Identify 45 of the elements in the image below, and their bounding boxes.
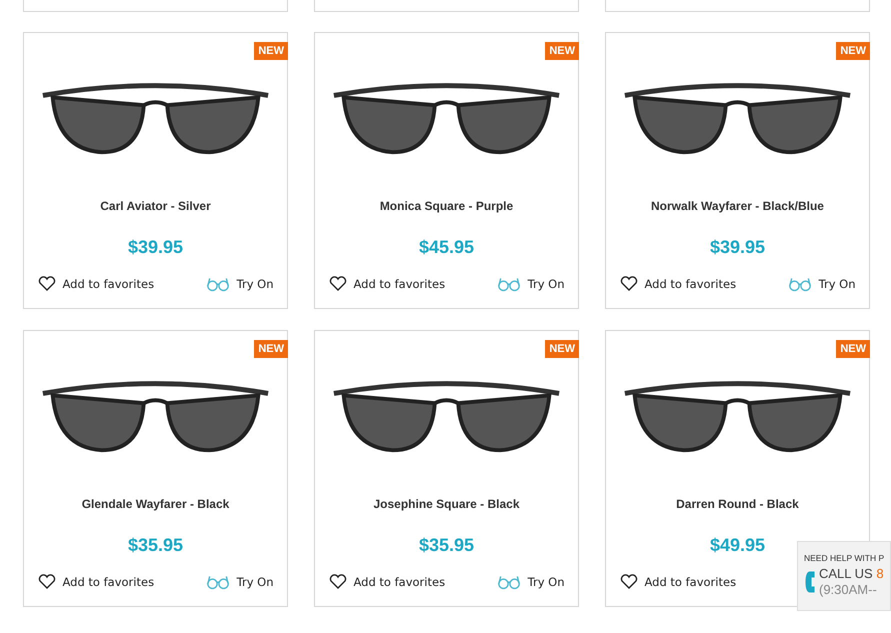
product-price: $35.95 bbox=[418, 535, 474, 556]
product-name[interactable]: Monica Square - Purple bbox=[380, 199, 514, 213]
new-badge: NEW bbox=[836, 42, 870, 60]
phone-number: 8 bbox=[876, 566, 884, 581]
help-heading: NEED HELP WITH P bbox=[804, 553, 886, 563]
product-name[interactable]: Darren Round - Black bbox=[676, 497, 799, 511]
product-name[interactable]: Norwalk Wayfarer - Black/Blue bbox=[651, 199, 824, 213]
product-name[interactable]: Glendale Wayfarer - Black bbox=[82, 497, 230, 511]
add-to-favorites-link[interactable]: Add to favorites bbox=[620, 574, 736, 590]
heart-icon bbox=[620, 276, 638, 292]
product-price: $45.95 bbox=[418, 237, 474, 258]
heart-icon bbox=[328, 276, 346, 292]
heart-icon bbox=[620, 574, 638, 590]
new-badge: NEW bbox=[836, 340, 870, 358]
add-to-favorites-link[interactable]: Add to favorites bbox=[328, 276, 446, 292]
heart-icon bbox=[38, 574, 56, 590]
add-to-favorites-link[interactable]: Add to favorites bbox=[38, 276, 154, 292]
eyeglasses-icon bbox=[206, 276, 230, 292]
product-name[interactable]: Carl Aviator - Silver bbox=[100, 199, 211, 213]
eyeglasses-icon bbox=[788, 276, 812, 292]
try-on-link[interactable]: Try On bbox=[206, 276, 274, 292]
new-badge: NEW bbox=[254, 340, 288, 358]
new-badge: NEW bbox=[545, 340, 579, 358]
call-us-label: CALL US bbox=[819, 566, 873, 581]
product-name[interactable]: Josephine Square - Black bbox=[373, 497, 520, 511]
heart-icon bbox=[38, 276, 56, 292]
heart-icon bbox=[328, 574, 346, 590]
product-price: $39.95 bbox=[710, 237, 766, 258]
try-on-link[interactable]: Try On bbox=[496, 276, 564, 292]
add-to-favorites-link[interactable]: Add to favorites bbox=[620, 276, 736, 292]
product-price: $49.95 bbox=[710, 535, 766, 556]
add-to-favorites-link[interactable]: Add to favorites bbox=[38, 574, 154, 590]
eyeglasses-icon bbox=[496, 276, 521, 292]
try-on-link[interactable]: Try On bbox=[788, 276, 856, 292]
help-hours: (9:30AM-- bbox=[819, 582, 878, 598]
product-price: $35.95 bbox=[128, 535, 184, 556]
new-badge: NEW bbox=[545, 42, 579, 60]
eyeglasses-icon bbox=[496, 574, 521, 590]
add-to-favorites-link[interactable]: Add to favorites bbox=[328, 574, 446, 590]
product-price: $39.95 bbox=[128, 237, 184, 258]
new-badge: NEW bbox=[254, 42, 288, 60]
help-popup[interactable]: NEED HELP WITH P CALL US 8 (9:30AM-- bbox=[797, 541, 891, 611]
try-on-link[interactable]: Try On bbox=[206, 574, 274, 590]
eyeglasses-icon bbox=[206, 574, 230, 590]
try-on-link[interactable]: Try On bbox=[496, 574, 564, 590]
